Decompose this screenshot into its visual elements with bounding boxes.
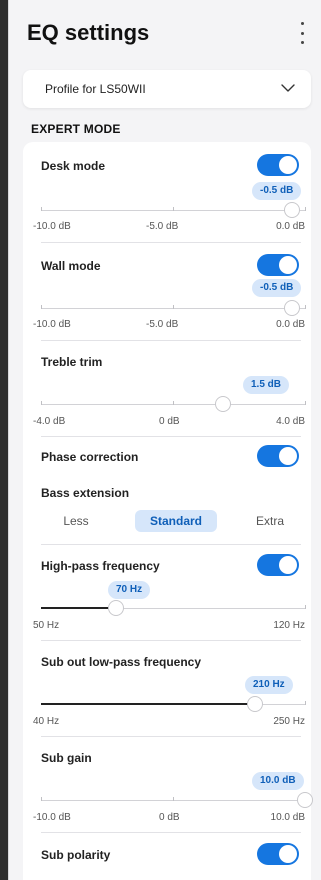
wall-mode-slider[interactable] bbox=[41, 300, 306, 316]
high-pass-row: High-pass frequency 70 Hz 50 Hz 120 Hz bbox=[23, 544, 311, 640]
sub-lowpass-row: Sub out low-pass frequency 210 Hz 40 Hz … bbox=[23, 640, 311, 736]
desk-mode-slider-thumb[interactable] bbox=[283, 202, 300, 218]
high-pass-value: 70 Hz bbox=[108, 581, 151, 599]
high-pass-toggle[interactable] bbox=[257, 554, 299, 576]
sub-gain-slider-thumb[interactable] bbox=[297, 792, 313, 808]
sub-lowpass-slider-thumb[interactable] bbox=[246, 696, 263, 712]
desk-mode-scale-mid: -5.0 dB bbox=[146, 221, 179, 232]
phase-correction-label: Phase correction bbox=[41, 450, 139, 464]
profile-dropdown[interactable]: Profile for LS50WII bbox=[23, 70, 311, 108]
bass-extension-segmented: Less Standard Extra bbox=[51, 510, 301, 532]
desk-mode-toggle[interactable] bbox=[257, 154, 299, 176]
sub-lowpass-slider[interactable] bbox=[41, 696, 306, 712]
bass-extension-label: Bass extension bbox=[41, 486, 130, 500]
section-title: EXPERT MODE bbox=[31, 122, 121, 136]
sub-gain-row: Sub gain 10.0 dB -10.0 dB 0 dB 10.0 dB bbox=[23, 736, 313, 832]
bass-extension-option-standard[interactable]: Standard bbox=[135, 510, 217, 532]
sub-gain-scale-max: 10.0 dB bbox=[270, 812, 305, 823]
expert-mode-card: Desk mode -0.5 dB -10.0 dB -5.0 dB 0.0 d… bbox=[23, 142, 313, 880]
sub-gain-scale-mid: 0 dB bbox=[159, 812, 180, 823]
treble-trim-row: Treble trim 1.5 dB -4.0 dB 0 dB 4.0 dB bbox=[23, 340, 311, 436]
treble-trim-scale-min: -4.0 dB bbox=[33, 416, 66, 427]
sub-gain-value: 10.0 dB bbox=[252, 772, 304, 790]
desk-mode-scale-max: 0.0 dB bbox=[276, 221, 305, 232]
desk-mode-scale-min: -10.0 dB bbox=[33, 221, 71, 232]
phase-correction-toggle[interactable] bbox=[257, 445, 299, 467]
sub-lowpass-label: Sub out low-pass frequency bbox=[41, 655, 202, 669]
desk-mode-value: -0.5 dB bbox=[252, 182, 302, 200]
sub-gain-label: Sub gain bbox=[41, 751, 92, 765]
bass-extension-option-extra[interactable]: Extra bbox=[245, 510, 295, 532]
treble-trim-scale-max: 4.0 dB bbox=[276, 416, 305, 427]
treble-trim-label: Treble trim bbox=[41, 355, 103, 369]
desk-mode-label: Desk mode bbox=[41, 159, 106, 173]
wall-mode-value: -0.5 dB bbox=[252, 279, 302, 297]
sub-lowpass-scale-max: 250 Hz bbox=[273, 716, 305, 727]
eq-settings-screen: EQ settings Profile for LS50WII EXPERT M… bbox=[8, 0, 321, 880]
sub-polarity-row: Sub polarity bbox=[23, 832, 311, 872]
chevron-down-icon bbox=[281, 84, 295, 92]
treble-trim-value: 1.5 dB bbox=[243, 376, 290, 394]
phase-correction-row: Phase correction bbox=[23, 436, 311, 472]
header: EQ settings bbox=[9, 0, 321, 64]
treble-trim-slider[interactable] bbox=[41, 396, 306, 412]
treble-trim-scale-mid: 0 dB bbox=[159, 416, 180, 427]
profile-label: Profile for LS50WII bbox=[45, 82, 146, 96]
high-pass-slider-thumb[interactable] bbox=[108, 600, 125, 616]
wall-mode-label: Wall mode bbox=[41, 259, 101, 273]
sub-polarity-toggle[interactable] bbox=[257, 843, 299, 865]
sub-polarity-label: Sub polarity bbox=[41, 848, 111, 862]
wall-mode-scale-max: 0.0 dB bbox=[276, 319, 305, 330]
wall-mode-scale-min: -10.0 dB bbox=[33, 319, 71, 330]
treble-trim-slider-thumb[interactable] bbox=[214, 396, 231, 412]
wall-mode-toggle[interactable] bbox=[257, 254, 299, 276]
wall-mode-row: Wall mode -0.5 dB -10.0 dB -5.0 dB 0.0 d… bbox=[23, 242, 311, 340]
bass-extension-row: Bass extension Less Standard Extra bbox=[23, 472, 311, 544]
sub-gain-scale-min: -10.0 dB bbox=[33, 812, 71, 823]
wall-mode-scale-mid: -5.0 dB bbox=[146, 319, 179, 330]
more-vertical-icon[interactable] bbox=[296, 22, 308, 44]
high-pass-slider[interactable] bbox=[41, 600, 306, 616]
wall-mode-slider-thumb[interactable] bbox=[283, 300, 300, 316]
bass-extension-option-less[interactable]: Less bbox=[51, 510, 101, 532]
desk-mode-slider[interactable] bbox=[41, 202, 306, 218]
high-pass-scale-max: 120 Hz bbox=[273, 620, 305, 631]
page-title: EQ settings bbox=[27, 20, 150, 45]
high-pass-scale-min: 50 Hz bbox=[33, 620, 60, 631]
desk-mode-row: Desk mode -0.5 dB -10.0 dB -5.0 dB 0.0 d… bbox=[23, 142, 311, 242]
high-pass-label: High-pass frequency bbox=[41, 559, 160, 573]
sub-lowpass-scale-min: 40 Hz bbox=[33, 716, 60, 727]
sub-lowpass-value: 210 Hz bbox=[245, 676, 293, 694]
sub-gain-slider[interactable] bbox=[41, 792, 313, 808]
